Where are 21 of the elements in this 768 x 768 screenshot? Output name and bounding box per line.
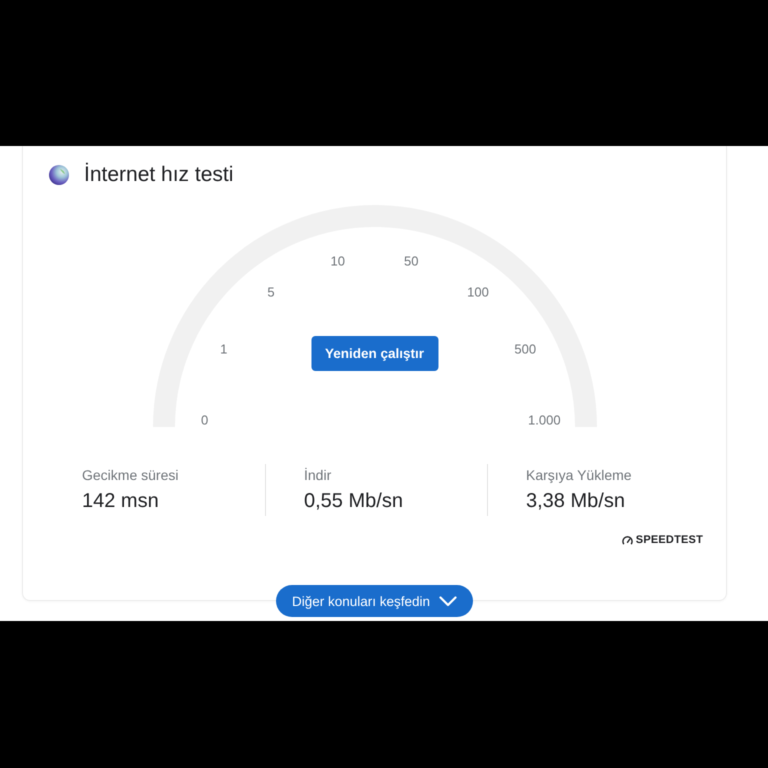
logo-text: SPEEDTEST	[636, 534, 703, 546]
stat-value: 0,55 Mb/sn	[304, 489, 404, 513]
scale-label: 100	[467, 284, 489, 300]
explore-button[interactable]: Diğer konuları keşfedin	[276, 585, 474, 617]
sphere-icon	[49, 165, 69, 185]
scale-label: 10	[330, 254, 345, 269]
scale-label: 500	[514, 341, 536, 356]
scale-label: 5	[267, 284, 275, 300]
stat-label: Karşıya Yükleme	[526, 467, 633, 484]
card-title: İnternet hız testi	[84, 163, 234, 187]
scale-label: 50	[404, 254, 419, 269]
chevron-down-icon	[439, 596, 458, 606]
stat-value: 3,38 Mb/sn	[526, 489, 626, 513]
stat-label: İndir	[304, 467, 332, 484]
stat-value: 142 msn	[82, 489, 160, 513]
scale-label: 1.000	[528, 412, 561, 428]
rerun-button[interactable]: Yeniden çalıştır	[310, 336, 438, 371]
gauge-icon	[622, 534, 633, 546]
stat-label: Gecikme süresi	[82, 467, 180, 484]
scale-label: 0	[201, 412, 208, 428]
scale-label: 1	[220, 341, 228, 356]
